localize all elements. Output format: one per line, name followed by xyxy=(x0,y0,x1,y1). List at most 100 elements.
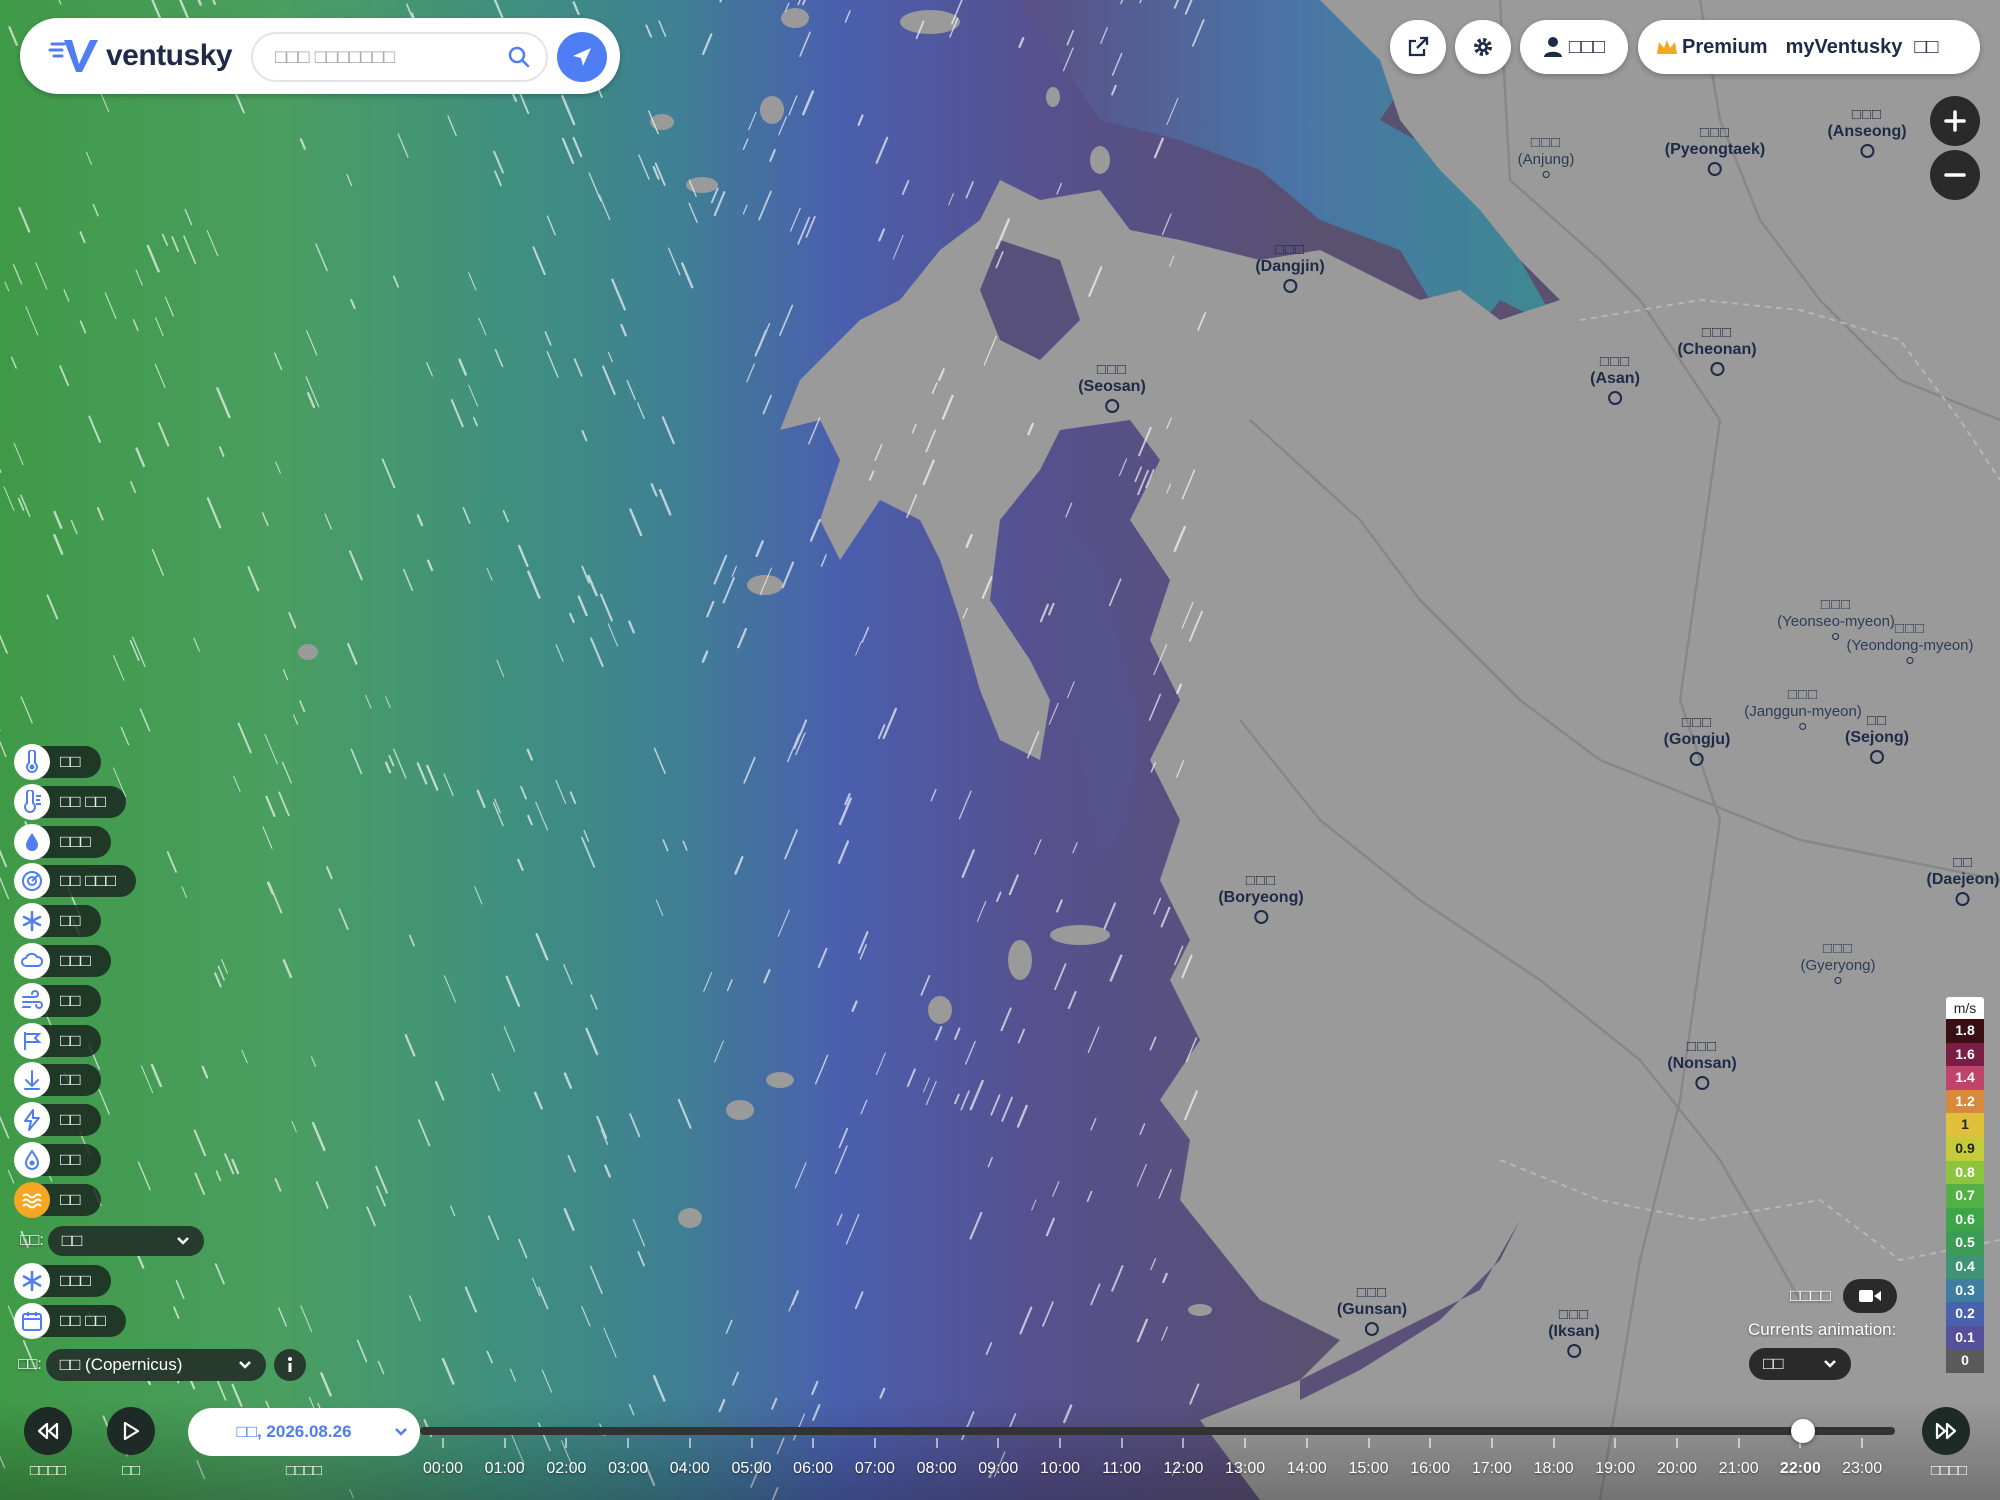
layer-item-lightning[interactable]: □□ xyxy=(14,1102,101,1139)
settings-button[interactable] xyxy=(1455,20,1511,74)
timeline-hour[interactable]: 15:00 xyxy=(1348,1460,1388,1478)
crown-icon xyxy=(1657,40,1677,54)
city-label[interactable]: □□□ (Gunsan) xyxy=(1337,1284,1407,1336)
chevron-down-icon xyxy=(176,1237,189,1245)
prev-day-button[interactable] xyxy=(24,1407,72,1455)
zoom-in-button[interactable] xyxy=(1930,96,1980,146)
play-button[interactable] xyxy=(107,1407,155,1455)
layer-item-pressure[interactable]: □□ xyxy=(14,1062,101,1099)
ventusky-logo-icon xyxy=(48,40,98,72)
zoom-out-button[interactable] xyxy=(1930,150,1980,200)
layer-item-wind[interactable]: □□ xyxy=(14,982,101,1019)
city-label[interactable]: □□□ (Gongju) xyxy=(1664,714,1730,766)
model-label: □□: xyxy=(18,1356,42,1373)
timeline-hour[interactable]: 07:00 xyxy=(855,1460,895,1478)
timeline-hour[interactable]: 03:00 xyxy=(608,1460,648,1478)
timeline-hour[interactable]: 12:00 xyxy=(1163,1460,1203,1478)
city-name-local: □□□ xyxy=(1894,620,1926,637)
city-label[interactable]: □□□ (Dangjin) xyxy=(1255,241,1325,293)
next-day-button[interactable] xyxy=(1922,1407,1970,1455)
city-name-en: (Gyeryong) xyxy=(1800,957,1876,974)
timeline-hour[interactable]: 11:00 xyxy=(1102,1460,1141,1478)
model-select[interactable]: □□ (Copernicus) xyxy=(45,1349,266,1381)
timeline-hour[interactable]: 00:00 xyxy=(423,1460,463,1478)
layer-item-snowflake[interactable]: □□□ xyxy=(14,1263,111,1299)
wind-icon xyxy=(14,982,50,1019)
city-label[interactable]: □□□ (Asan) xyxy=(1590,353,1640,405)
timeline-hour[interactable]: 14:00 xyxy=(1287,1460,1327,1478)
layer-item-thermometer[interactable]: □□ xyxy=(14,744,101,780)
city-label[interactable]: □□ (Daejeon) xyxy=(1927,854,1999,906)
search-icon[interactable] xyxy=(508,46,530,68)
layer-item-waves[interactable]: □□ xyxy=(14,1181,101,1218)
city-label[interactable]: □□□ (Nonsan) xyxy=(1667,1038,1737,1090)
locate-button[interactable] xyxy=(557,32,607,82)
timeline-hour[interactable]: 20:00 xyxy=(1657,1460,1697,1478)
layer-item-feels-like[interactable]: □□ □□ xyxy=(14,783,126,820)
city-marker xyxy=(1709,362,1724,376)
layer-item-cloud[interactable]: □□□ xyxy=(14,943,111,979)
timeline-hour[interactable]: 23:00 xyxy=(1842,1460,1882,1478)
timeline-hour[interactable]: 05:00 xyxy=(731,1460,771,1478)
city-name-en: (Seosan) xyxy=(1078,378,1146,395)
layer-item-humidity[interactable]: □□ xyxy=(14,1142,101,1178)
timeline-hour[interactable]: 04:00 xyxy=(670,1460,710,1478)
city-label[interactable]: □□□ (Yeondong-myeon) xyxy=(1846,620,1974,664)
timeline-hour[interactable]: 16:00 xyxy=(1410,1460,1450,1478)
timeline-hour[interactable]: 02:00 xyxy=(546,1460,586,1478)
city-label[interactable]: □□□ (Boryeong) xyxy=(1218,872,1304,924)
user-icon xyxy=(1543,37,1562,57)
layer-item-precipitation[interactable]: □□□ xyxy=(14,823,111,860)
timeline-hour[interactable]: 09:00 xyxy=(978,1460,1018,1478)
timeline-hour[interactable]: 06:00 xyxy=(793,1460,833,1478)
timeline-track[interactable] xyxy=(420,1427,1895,1435)
layer-item-gust[interactable]: □□ xyxy=(14,1022,101,1059)
city-label[interactable]: □□□ (Anseong) xyxy=(1827,106,1907,158)
city-label[interactable]: □□□ (Iksan) xyxy=(1548,1306,1600,1358)
timeline-hour[interactable]: 18:00 xyxy=(1534,1460,1574,1478)
city-label[interactable]: □□□ (Gyeryong) xyxy=(1800,940,1876,984)
timeline-hour[interactable]: 08:00 xyxy=(917,1460,957,1478)
timeline-tick xyxy=(997,1438,1000,1448)
login-label: □□□ xyxy=(1568,35,1606,58)
currents-animation-value: □□ xyxy=(1763,1354,1784,1373)
timeline-tick xyxy=(1305,1438,1308,1448)
city-name-local: □□□ xyxy=(1599,353,1631,370)
currents-animation-select[interactable]: □□ xyxy=(1749,1348,1851,1380)
model-info-button[interactable] xyxy=(273,1349,306,1381)
play-icon xyxy=(123,1421,140,1441)
city-label[interactable]: □□□ (Seosan) xyxy=(1078,361,1146,413)
timeline-hour[interactable]: 10:00 xyxy=(1040,1460,1080,1478)
logo[interactable]: ventusky xyxy=(48,34,233,78)
city-marker xyxy=(1365,1322,1379,1336)
search-box[interactable] xyxy=(251,32,548,82)
legend-unit: m/s xyxy=(1946,997,1984,1019)
city-name-local: □□□ xyxy=(1701,324,1733,341)
login-button[interactable]: □□□ xyxy=(1520,20,1628,74)
video-button[interactable] xyxy=(1843,1279,1898,1313)
timeline-tick xyxy=(1552,1438,1555,1448)
city-name-en: (Sejong) xyxy=(1845,729,1909,746)
city-label[interactable]: □□□ (Anjung) xyxy=(1518,134,1574,178)
layer-item-radar[interactable]: □□ □□□ xyxy=(14,863,137,900)
share-button[interactable] xyxy=(1390,20,1446,74)
legend-entry: 0.4 xyxy=(1946,1254,1984,1279)
timeline-knob[interactable] xyxy=(1791,1419,1815,1443)
city-label[interactable]: □□□ (Cheonan) xyxy=(1677,324,1757,376)
timeline-hour[interactable]: 22:00 xyxy=(1780,1460,1821,1478)
city-marker xyxy=(1870,750,1884,764)
premium-button[interactable]: Premium myVentusky □□ xyxy=(1638,20,1980,74)
sub-layer-select[interactable]: □□ xyxy=(47,1226,204,1256)
timeline-hour[interactable]: 17:00 xyxy=(1472,1460,1512,1478)
date-select[interactable]: □□, 2026.08.26 xyxy=(188,1408,420,1456)
city-label[interactable]: □□□ (Pyeongtaek) xyxy=(1665,124,1765,176)
layer-item-calendar[interactable]: □□ □□ xyxy=(14,1302,126,1339)
fast-forward-icon xyxy=(1935,1422,1957,1440)
search-input[interactable] xyxy=(273,44,497,72)
timeline-hour[interactable]: 21:00 xyxy=(1719,1460,1759,1478)
city-label[interactable]: □□ (Sejong) xyxy=(1845,712,1909,764)
timeline-hour[interactable]: 01:00 xyxy=(485,1460,525,1478)
timeline-hour[interactable]: 19:00 xyxy=(1595,1460,1635,1478)
layer-item-cloud-snow[interactable]: □□ xyxy=(14,903,101,940)
timeline-hour[interactable]: 13:00 xyxy=(1225,1460,1265,1478)
